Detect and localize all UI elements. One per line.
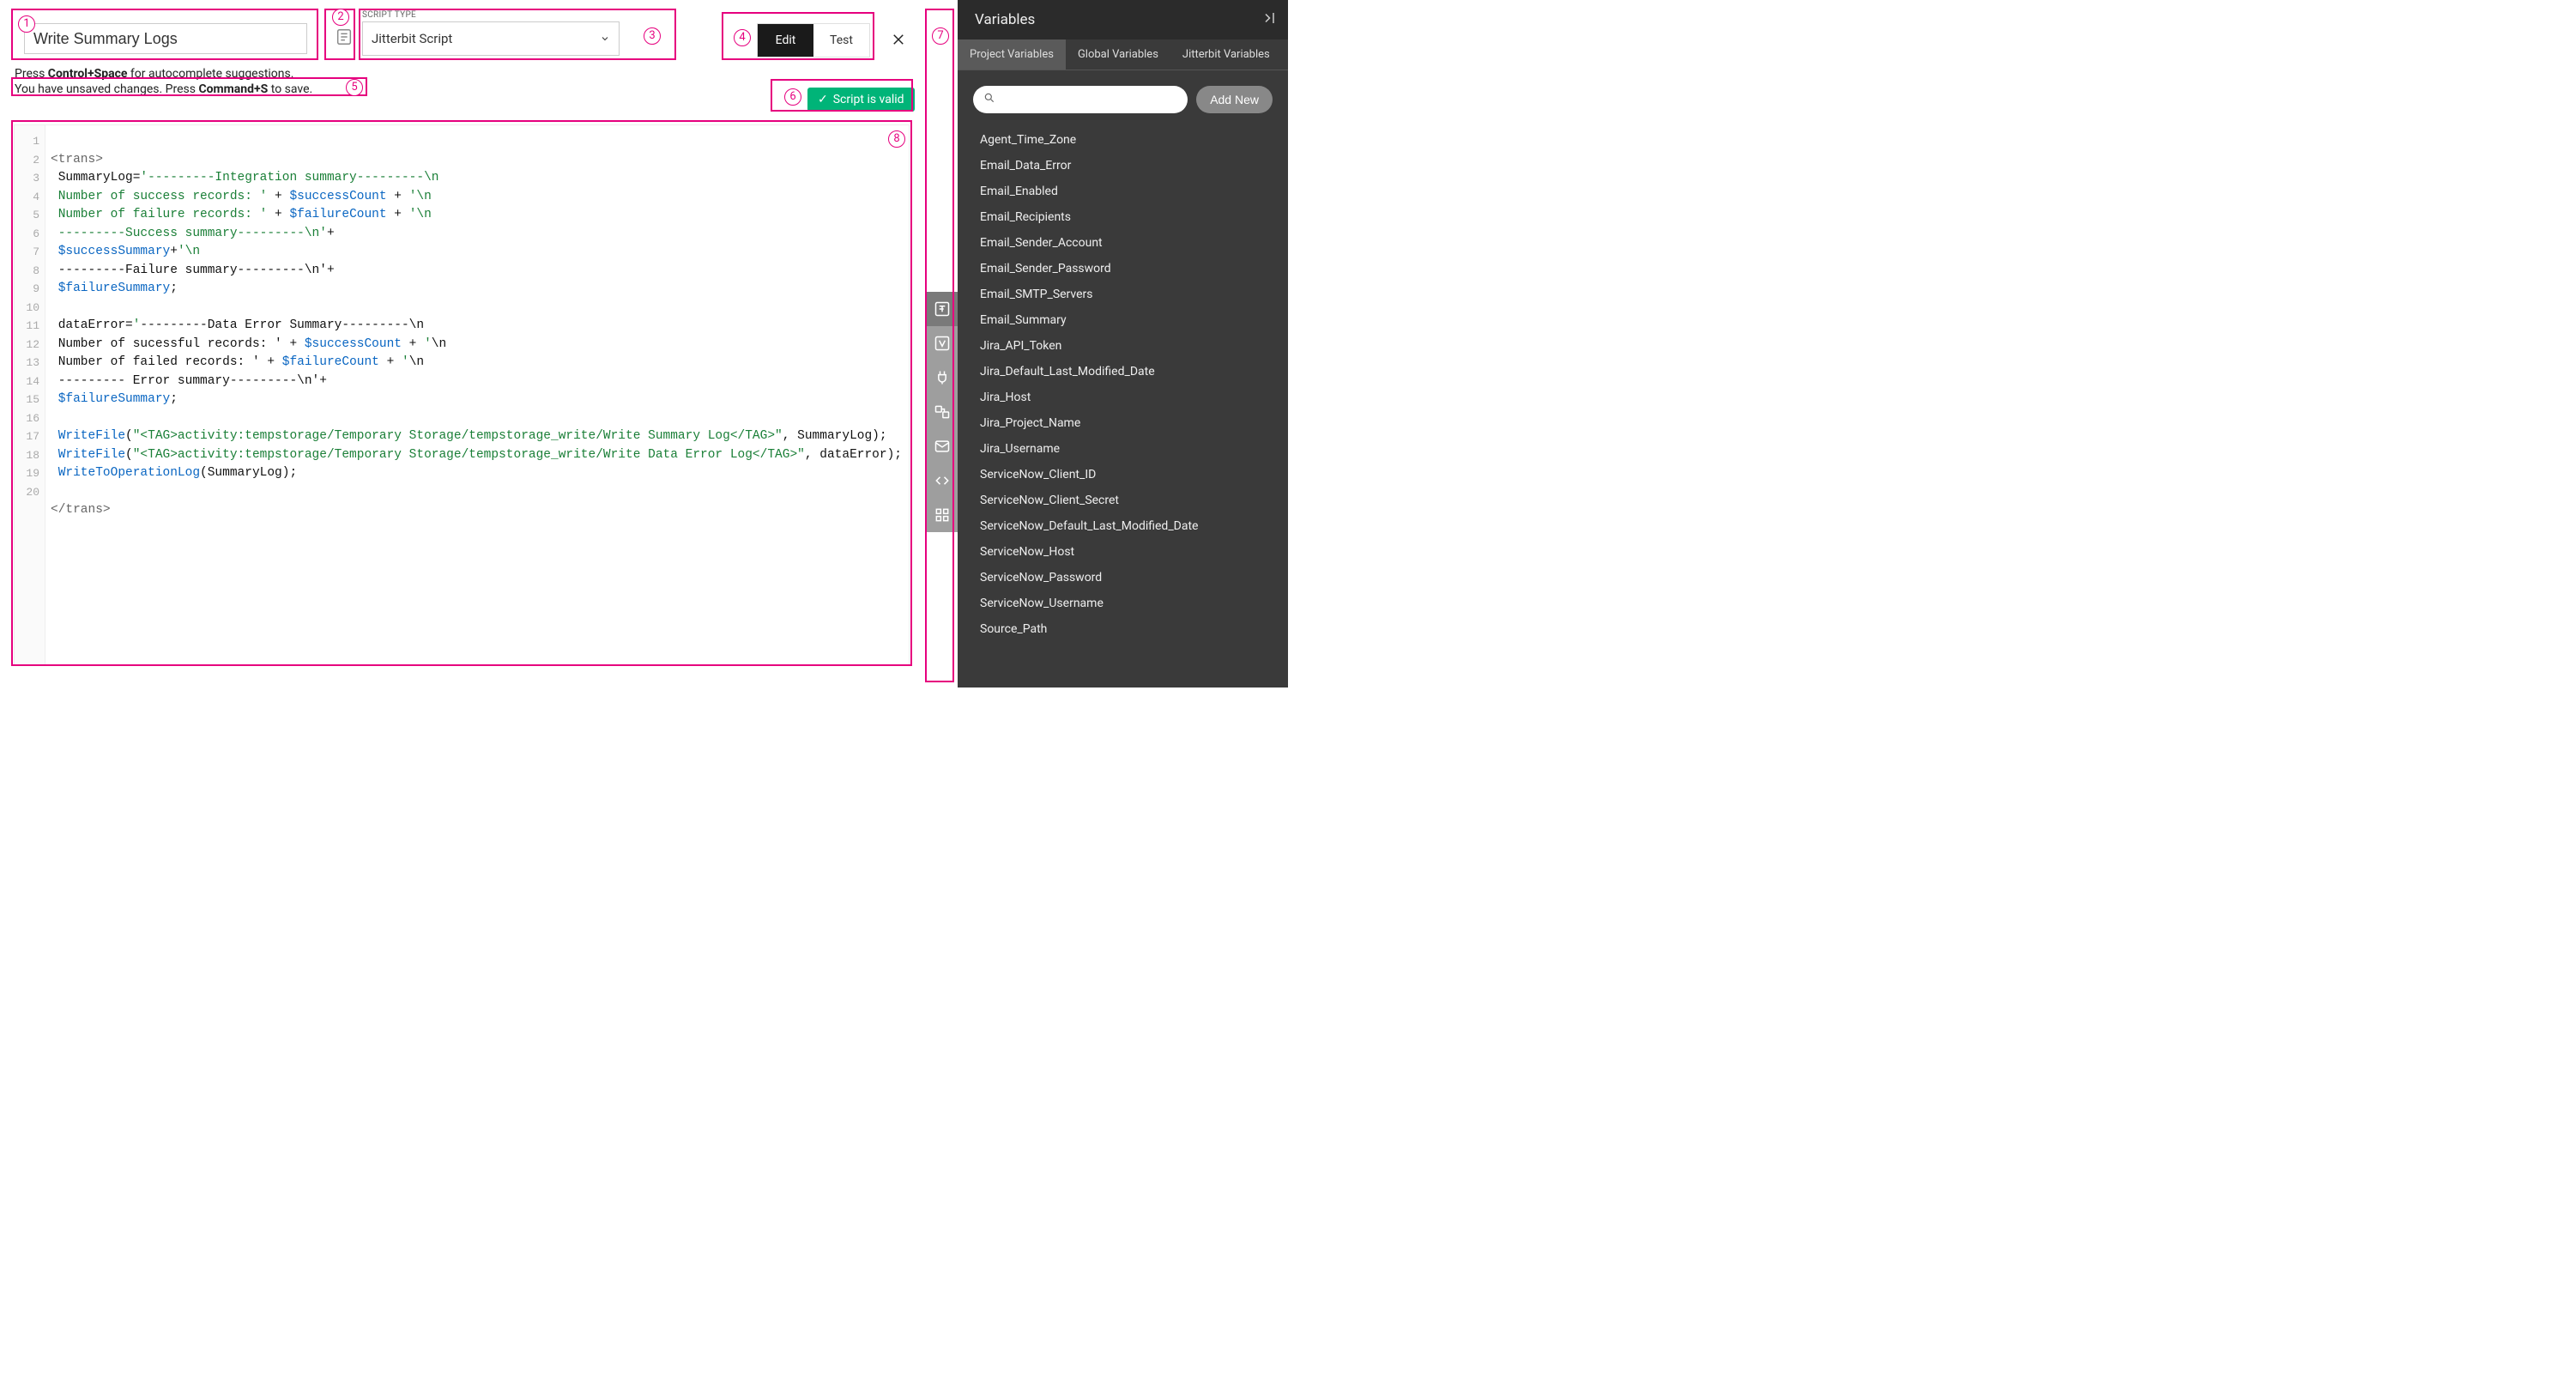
panel-title: Variables	[975, 11, 1035, 28]
variables-panel: Variables Project Variables Global Varia…	[958, 0, 1288, 688]
variable-item[interactable]: ServiceNow_Default_Last_Modified_Date	[980, 513, 1288, 539]
test-mode-button[interactable]: Test	[813, 24, 869, 57]
script-type-label: SCRIPT TYPE	[362, 10, 620, 20]
tool-scripts[interactable]	[927, 463, 958, 498]
variable-item[interactable]: ServiceNow_Host	[980, 539, 1288, 565]
tool-endpoints[interactable]	[927, 498, 958, 532]
variable-item[interactable]: Email_Data_Error	[980, 153, 1288, 179]
mail-icon	[934, 438, 951, 455]
tool-functions[interactable]	[927, 292, 958, 326]
variable-item[interactable]: Source_Path	[980, 616, 1288, 642]
notes-button[interactable]	[333, 26, 355, 48]
variable-item[interactable]: Agent_Time_Zone	[980, 127, 1288, 153]
panel-tabs: Project Variables Global Variables Jitte…	[958, 39, 1288, 70]
variable-item[interactable]: Email_SMTP_Servers	[980, 282, 1288, 307]
hints: Press Control+Space for autocomplete sug…	[15, 67, 312, 96]
script-type-value: Jitterbit Script	[372, 31, 452, 46]
search-icon	[983, 92, 995, 107]
add-new-button[interactable]: Add New	[1196, 86, 1273, 113]
tab-global-variables[interactable]: Global Variables	[1066, 39, 1170, 70]
edit-mode-button[interactable]: Edit	[758, 24, 813, 57]
tab-jitterbit-variables[interactable]: Jitterbit Variables	[1170, 39, 1282, 70]
script-valid-badge: ✓ Script is valid	[807, 88, 915, 112]
close-button[interactable]	[891, 31, 906, 52]
code-icon	[934, 472, 951, 489]
functions-icon	[934, 300, 951, 318]
chevron-down-icon	[600, 33, 610, 44]
tab-project-variables[interactable]: Project Variables	[958, 39, 1066, 70]
variable-list: Agent_Time_ZoneEmail_Data_ErrorEmail_Ena…	[958, 124, 1288, 688]
variable-search-input[interactable]	[973, 86, 1188, 113]
tool-variables[interactable]	[927, 326, 958, 360]
plug-icon	[934, 369, 951, 386]
operations-icon	[934, 403, 951, 421]
notes-icon	[335, 27, 354, 46]
variable-item[interactable]: ServiceNow_Client_ID	[980, 462, 1288, 488]
tool-plugins[interactable]	[927, 360, 958, 395]
collapse-icon	[1261, 10, 1276, 26]
variable-item[interactable]: Email_Sender_Account	[980, 230, 1288, 256]
variable-item[interactable]: Email_Sender_Password	[980, 256, 1288, 282]
tool-notifications[interactable]	[927, 429, 958, 463]
mode-toggle: Edit Test	[757, 23, 870, 58]
variable-item[interactable]: ServiceNow_Client_Secret	[980, 488, 1288, 513]
script-name-input[interactable]	[24, 23, 307, 54]
script-type-select[interactable]: Jitterbit Script	[362, 21, 620, 56]
code-area[interactable]: <trans> SummaryLog='---------Integration…	[45, 125, 902, 664]
variable-item[interactable]: ServiceNow_Password	[980, 565, 1288, 591]
variable-item[interactable]: Jira_Host	[980, 385, 1288, 410]
variable-item[interactable]: Email_Summary	[980, 307, 1288, 333]
variable-item[interactable]: Jira_Default_Last_Modified_Date	[980, 359, 1288, 385]
line-gutter: 1234567891011121314151617181920	[15, 125, 45, 664]
tool-operations[interactable]	[927, 395, 958, 429]
panel-collapse-button[interactable]	[1261, 10, 1276, 30]
variable-item[interactable]: Jira_Username	[980, 436, 1288, 462]
variable-item[interactable]: Email_Recipients	[980, 204, 1288, 230]
variable-item[interactable]: Jira_Project_Name	[980, 410, 1288, 436]
variable-item[interactable]: Jira_API_Token	[980, 333, 1288, 359]
palette-toolstrip	[927, 292, 958, 532]
variable-item[interactable]: Email_Enabled	[980, 179, 1288, 204]
close-icon	[891, 32, 906, 47]
check-icon: ✓	[818, 93, 828, 106]
grid-icon	[934, 506, 951, 524]
variable-item[interactable]: ServiceNow_Username	[980, 591, 1288, 616]
variables-icon	[934, 335, 951, 352]
code-editor[interactable]: 1234567891011121314151617181920 <trans> …	[14, 124, 910, 665]
